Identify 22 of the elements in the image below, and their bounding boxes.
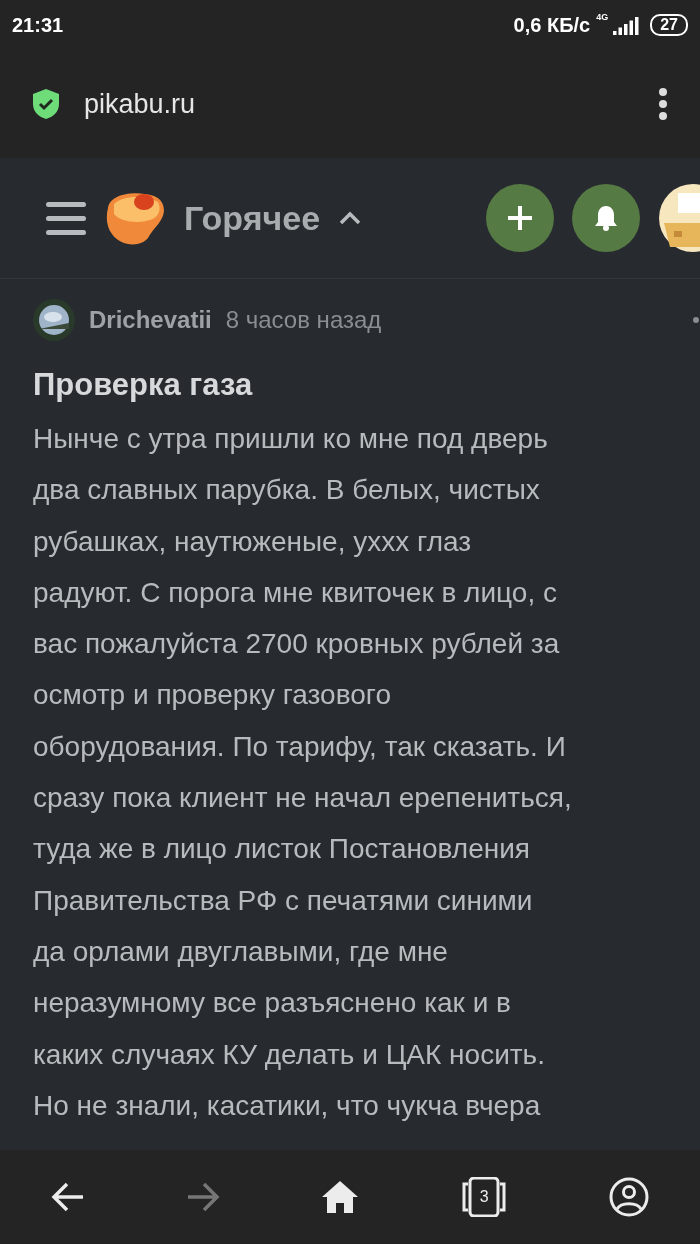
more-options-icon[interactable] [658,88,668,120]
bell-icon [594,205,618,231]
forward-button[interactable] [185,1181,220,1213]
post-body: Нынче с утра пришли ко мне под дверь два славных парубка. В белых, чистых рубашках, наутюженые, уххх глаз радуют. С порога мне квиточек в лицо, с вас пожалуйста 2700 кровных рублей за осмотр и проверку газового оборудования. По тарифу, так сказать. И сразу пока клиент не начал ерепениться, туда же в лицо листок Постановления Правительства РФ с печатями синими да орлами двуглавыми, где мне неразумному все разъяснено как и в каких случаях КУ делать и ЦАК носить. Но не знали, касатики, что чукча вчера [33,422,573,1123]
network-type: 4G [596,12,609,22]
clock-time: 21:31 [12,13,64,37]
post-time: 8 часов назад [225,306,383,334]
logo-icon[interactable] [104,190,166,246]
signal-icon [610,15,641,35]
author-name[interactable]: Drichevatii [89,306,212,334]
post-title[interactable]: Проверка газа [33,367,700,403]
profile-button[interactable] [609,1177,650,1217]
menu-icon[interactable] [46,200,86,236]
network-speed: 0,6 КБ/с [513,13,591,37]
home-button[interactable] [320,1180,359,1214]
back-button[interactable] [50,1181,85,1213]
section-title[interactable]: Горячее [184,198,321,238]
dot-icon[interactable] [692,316,700,324]
battery-indicator: 27 [650,14,688,36]
chevron-icon[interactable] [338,210,363,226]
url-text[interactable]: pikabu.ru [84,88,634,120]
plus-icon [506,204,534,232]
